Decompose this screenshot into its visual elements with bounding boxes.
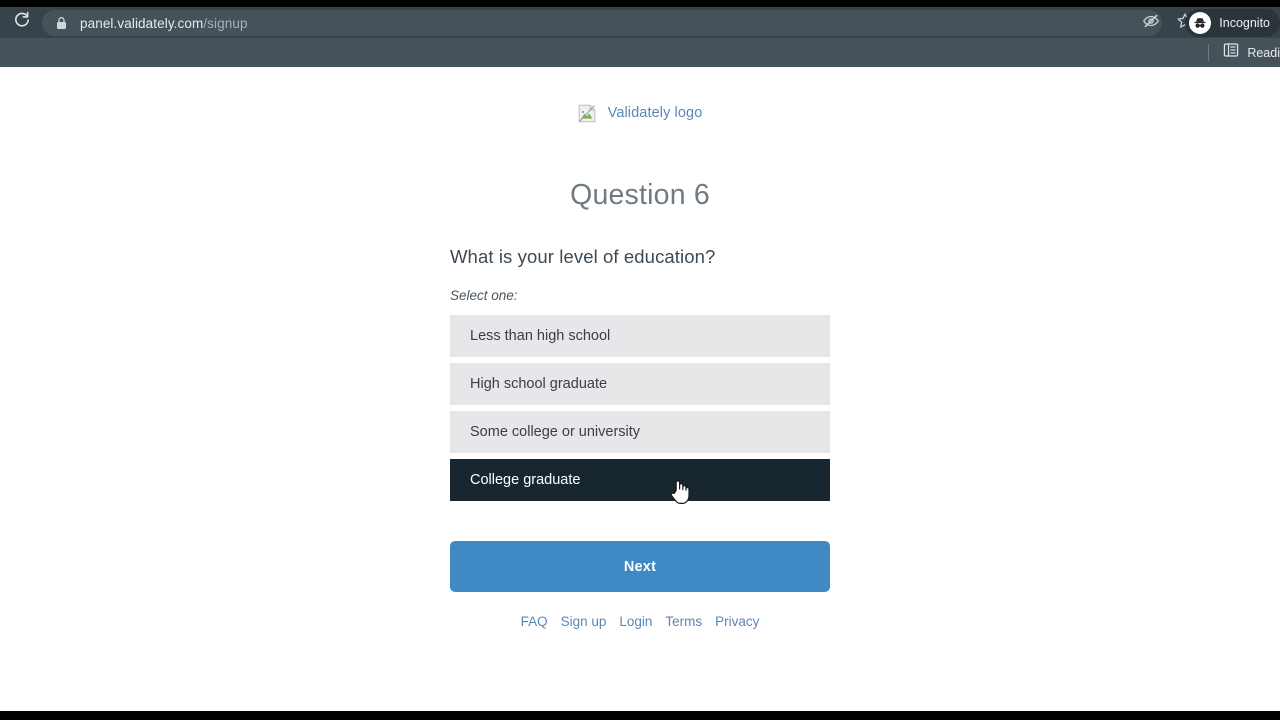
answer-option-0[interactable]: Less than high school — [450, 315, 830, 357]
answer-option-label: High school graduate — [470, 376, 608, 392]
next-button[interactable]: Next — [450, 541, 830, 592]
browser-toolbar: panel.validately.com/signup Incognito — [0, 7, 1280, 38]
answer-option-label: Less than high school — [470, 328, 611, 344]
incognito-icon — [1189, 12, 1212, 34]
address-bar-url: panel.validately.com/signup — [80, 16, 248, 31]
address-bar[interactable]: panel.validately.com/signup — [42, 10, 1162, 36]
site-logo: Validately logo — [450, 100, 830, 126]
lock-icon — [56, 16, 68, 30]
answer-option-label: College graduate — [470, 472, 581, 488]
footer-links: FAQ Sign up Login Terms Privacy — [450, 614, 830, 629]
incognito-label: Incognito — [1219, 16, 1270, 30]
answer-options-list: Less than high school High school gradua… — [450, 315, 830, 501]
eye-slash-icon[interactable] — [1142, 12, 1160, 35]
answer-option-label: Some college or university — [470, 424, 641, 440]
answer-option-1[interactable]: High school graduate — [450, 363, 830, 405]
signup-survey-container: Validately logo Question 6 What is your … — [450, 67, 830, 629]
select-one-hint: Select one: — [450, 288, 518, 303]
page-viewport: Validately logo Question 6 What is your … — [0, 67, 1280, 711]
bookmark-bar-divider — [1208, 44, 1210, 61]
url-path: /signup — [203, 15, 248, 31]
bookmarks-bar: Readi — [0, 38, 1280, 67]
footer-link-faq[interactable]: FAQ — [521, 614, 548, 629]
answer-option-3[interactable]: College graduate — [450, 459, 830, 501]
top-letterbox-strip — [0, 0, 1280, 7]
footer-link-login[interactable]: Login — [619, 614, 652, 629]
reading-list-label: Readi — [1247, 45, 1280, 60]
reload-button[interactable] — [7, 8, 37, 38]
footer-link-signup[interactable]: Sign up — [561, 614, 607, 629]
reading-list-icon — [1223, 42, 1239, 63]
reading-list-button[interactable]: Readi — [1208, 42, 1280, 63]
footer-link-privacy[interactable]: Privacy — [715, 614, 759, 629]
bottom-letterbox-strip — [0, 711, 1280, 720]
url-host: panel.validately.com — [80, 15, 204, 31]
question-prompt: What is your level of education? — [450, 246, 716, 267]
reload-icon — [13, 11, 31, 34]
broken-image-icon — [578, 104, 596, 123]
footer-link-terms[interactable]: Terms — [665, 614, 702, 629]
answer-option-2[interactable]: Some college or university — [450, 411, 830, 453]
logo-alt-text: Validately logo — [607, 105, 703, 121]
incognito-profile-chip[interactable]: Incognito — [1185, 9, 1280, 37]
page-title: Question 6 — [570, 179, 710, 211]
